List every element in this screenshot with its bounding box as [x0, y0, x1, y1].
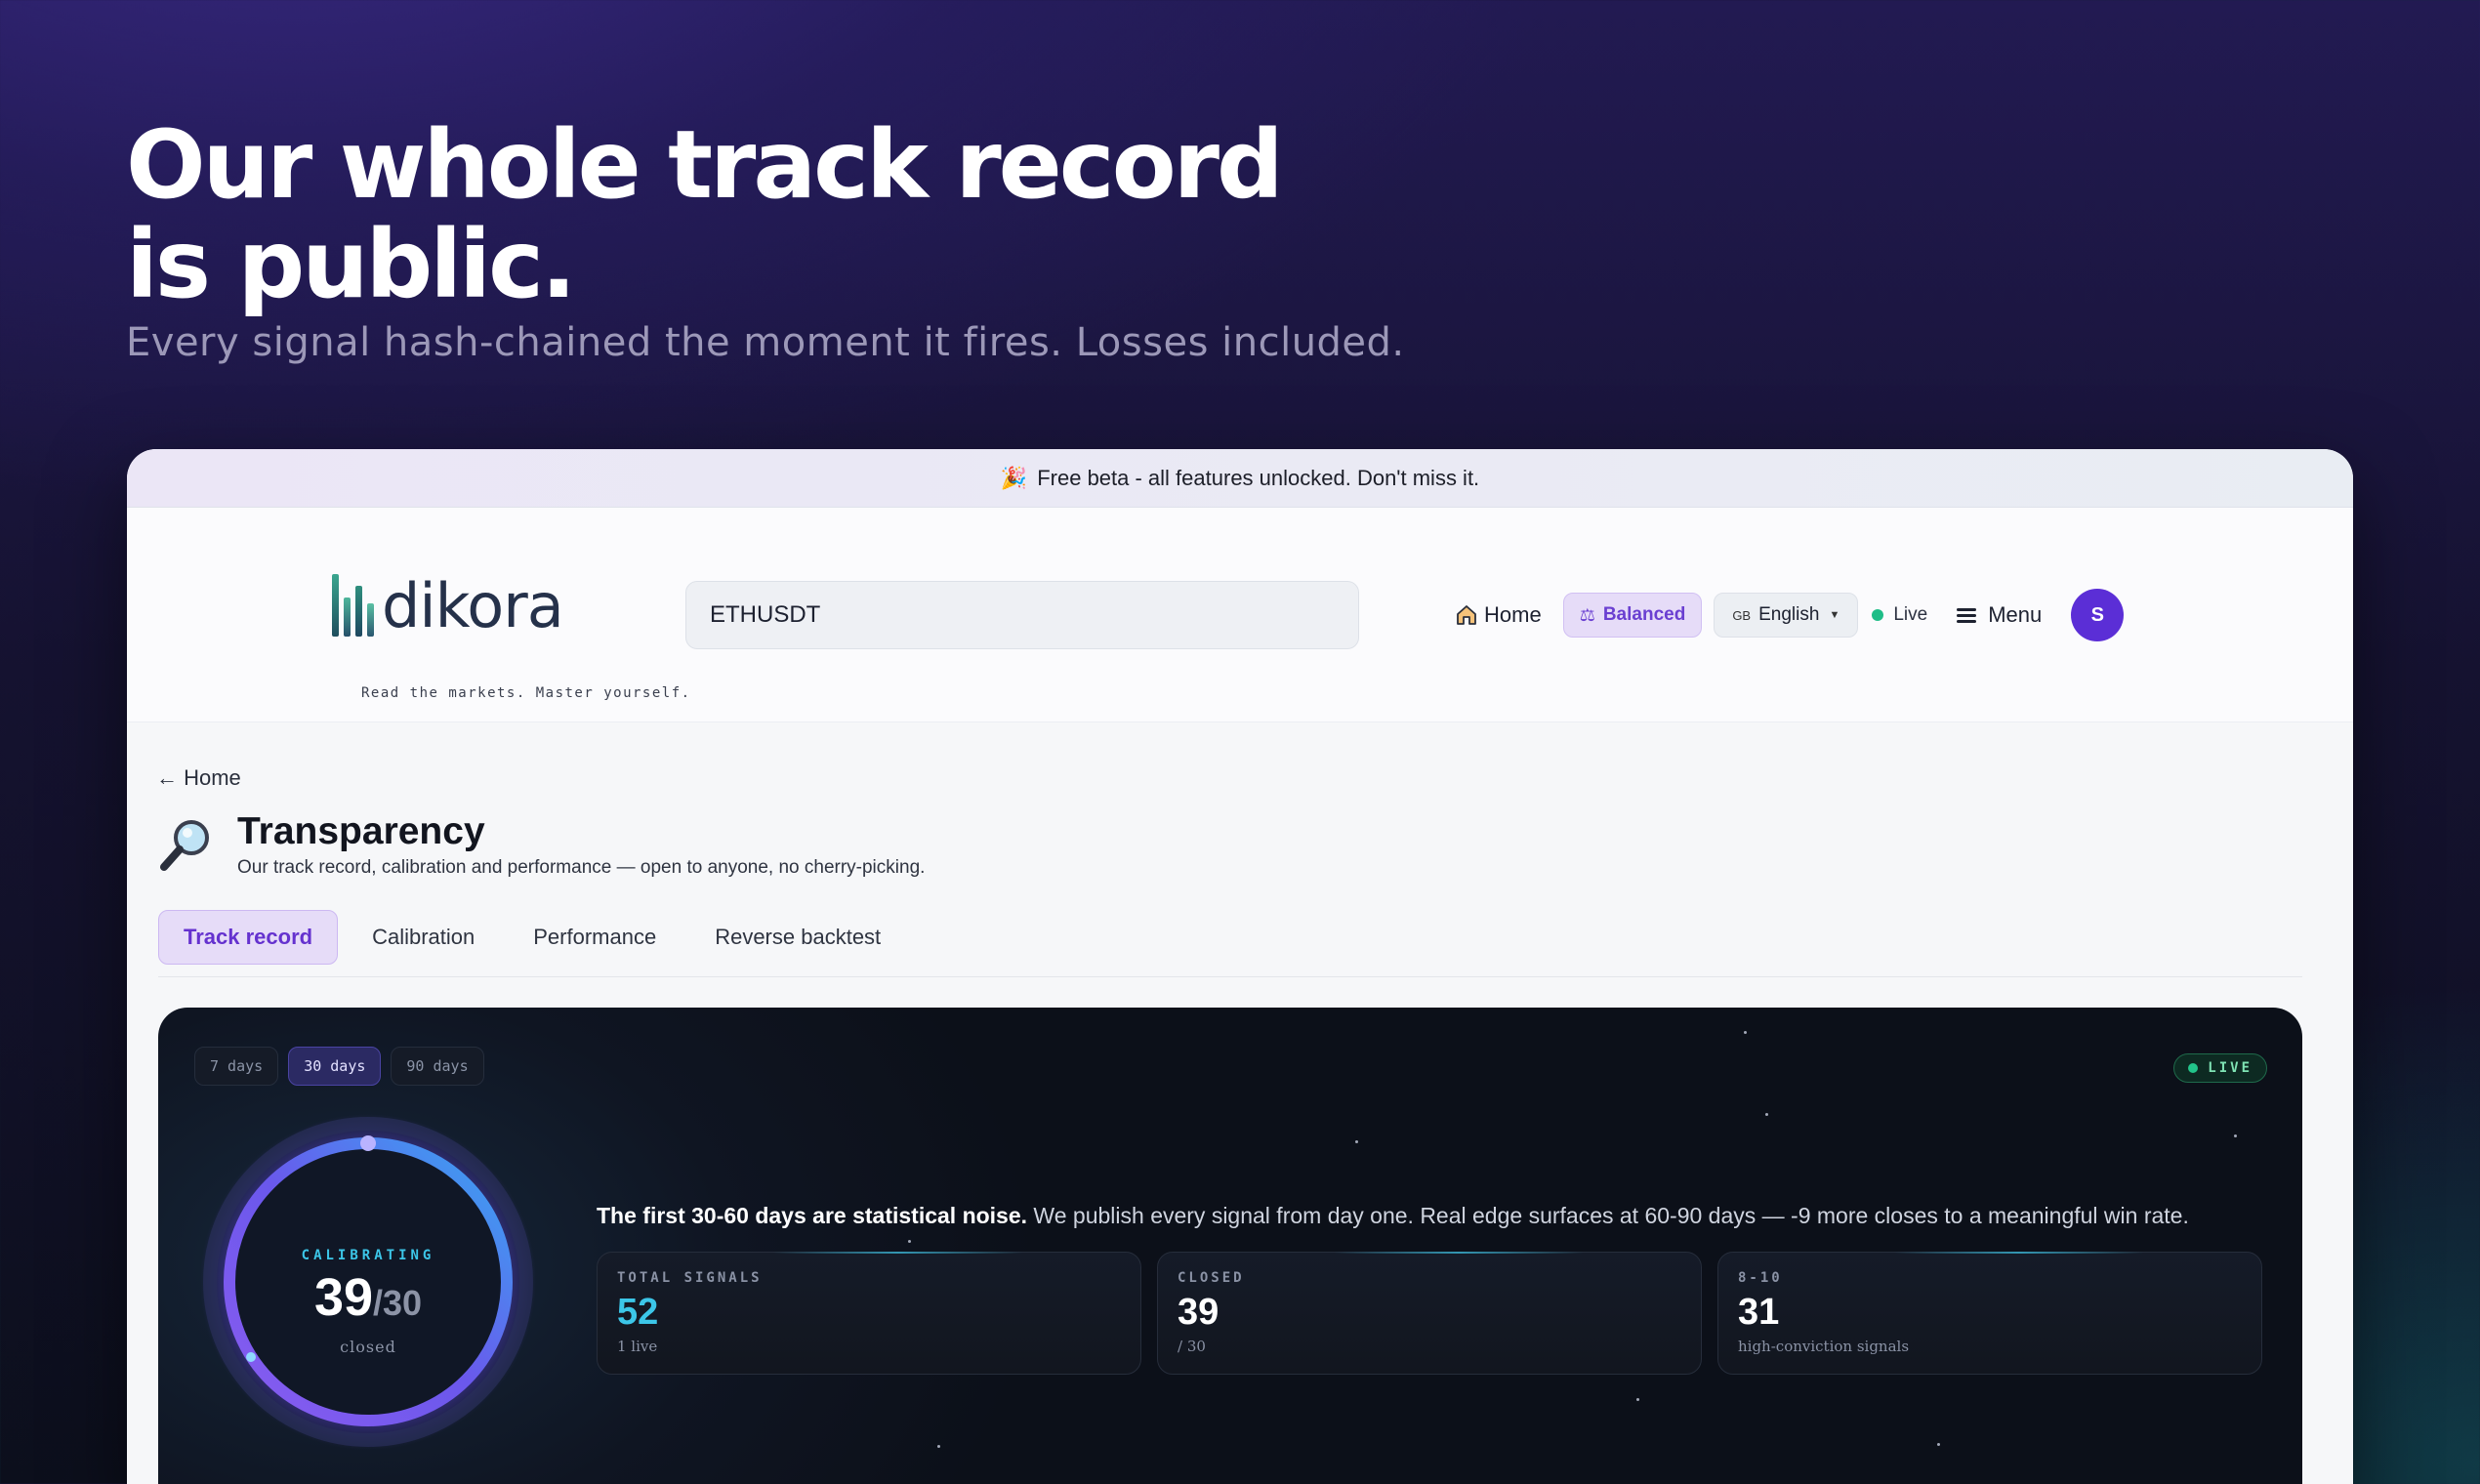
stat-cards: TOTAL SIGNALS 52 1 live CLOSED 39 / 30 8…: [597, 1252, 2278, 1375]
mode-balanced-button[interactable]: ⚖ Balanced: [1562, 593, 1703, 638]
live-dot-icon: [2188, 1063, 2199, 1073]
range-7-days[interactable]: 7 days: [194, 1047, 279, 1086]
balance-scale-icon: ⚖: [1579, 604, 1595, 625]
stat-label: TOTAL SIGNALS: [617, 1270, 763, 1286]
stat-card-closed: CLOSED 39 / 30: [1157, 1252, 1702, 1375]
live-label: Live: [1893, 604, 1928, 625]
live-badge-label: LIVE: [2208, 1060, 2253, 1076]
home-icon: [1457, 605, 1476, 625]
calibration-gauge: CALIBRATING 39/30 closed: [197, 1111, 539, 1453]
stat-value: 31: [1738, 1292, 1780, 1333]
stat-caption: / 30: [1178, 1338, 1206, 1355]
live-status: Live: [1872, 604, 1927, 626]
stat-card-total-signals: TOTAL SIGNALS 52 1 live: [597, 1252, 1141, 1375]
stat-caption: 1 live: [617, 1338, 658, 1355]
party-popper-icon: 🎉: [1000, 465, 1028, 490]
calibration-note: The first 30-60 days are statistical noi…: [597, 1203, 2189, 1229]
gauge-status-label: CALIBRATING: [301, 1248, 435, 1263]
note-rest: We publish every signal from day one. Re…: [1027, 1203, 2189, 1228]
stat-value: 39: [1178, 1292, 1219, 1333]
gauge-count: 39: [313, 1268, 374, 1327]
live-badge: LIVE: [2173, 1053, 2267, 1083]
tab-performance[interactable]: Performance: [509, 910, 681, 965]
star-decoration: [1765, 1113, 1768, 1116]
nav-actions: Home ⚖ Balanced GB English ▼ Live Menu S: [1455, 586, 2125, 644]
language-select[interactable]: GB English ▼: [1714, 593, 1859, 638]
star-decoration: [1937, 1443, 1940, 1446]
hamburger-icon: [1957, 605, 1977, 626]
gauge-text: CALIBRATING 39/30 closed: [197, 1111, 539, 1453]
logo-text: dikora: [382, 570, 564, 641]
gauge-target: /30: [373, 1283, 423, 1323]
star-decoration: [937, 1445, 940, 1448]
user-avatar[interactable]: S: [2071, 589, 2125, 641]
back-home-link[interactable]: ← Home: [156, 765, 241, 791]
gb-flag-icon: GB: [1732, 607, 1752, 623]
page-subtitle: Our track record, calibration and perfor…: [237, 857, 926, 878]
nav-home-link[interactable]: Home: [1455, 602, 1542, 628]
tab-track-record[interactable]: Track record: [158, 910, 339, 965]
stat-caption: high-conviction signals: [1738, 1338, 1910, 1355]
top-bar: dikora Read the markets. Master yourself…: [127, 508, 2353, 722]
star-decoration: [2234, 1134, 2237, 1137]
magnifying-glass-icon: [158, 816, 215, 878]
beta-banner[interactable]: 🎉 Free beta - all features unlocked. Don…: [127, 449, 2353, 508]
stat-value: 52: [617, 1292, 659, 1333]
star-decoration: [908, 1240, 911, 1243]
hero-title: Our whole track record is public.: [126, 110, 1284, 319]
stat-label: 8-10: [1738, 1270, 1783, 1286]
tabs-divider: [158, 976, 2302, 977]
stat-card-high-conviction: 8-10 31 high-conviction signals: [1717, 1252, 2262, 1375]
language-label: English: [1758, 604, 1820, 625]
gauge-caption: closed: [340, 1338, 396, 1356]
candlestick-logo-icon: [332, 574, 374, 637]
menu-button[interactable]: Menu: [1957, 602, 2042, 628]
hero: Our whole track record is public. Every …: [126, 115, 1405, 365]
beta-banner-text: Free beta - all features unlocked. Don't…: [1037, 465, 1480, 490]
page-title: Transparency: [237, 810, 485, 852]
note-bold: The first 30-60 days are statistical noi…: [597, 1203, 1028, 1228]
range-30-days[interactable]: 30 days: [288, 1047, 382, 1086]
range-90-days[interactable]: 90 days: [391, 1047, 484, 1086]
logo[interactable]: dikora: [332, 570, 564, 641]
track-record-panel: 7 days 30 days 90 days LIVE CALIBRATING …: [158, 1008, 2302, 1484]
range-selector: 7 days 30 days 90 days: [194, 1047, 494, 1086]
tab-reverse-backtest[interactable]: Reverse backtest: [690, 910, 905, 965]
gauge-value: 39/30: [197, 1267, 539, 1328]
caret-down-icon: ▼: [1829, 609, 1840, 621]
live-dot-icon: [1872, 609, 1884, 621]
star-decoration: [1355, 1140, 1358, 1143]
app-window: 🎉 Free beta - all features unlocked. Don…: [127, 449, 2353, 1484]
transparency-tabs: Track record Calibration Performance Rev…: [158, 910, 915, 965]
stat-label: CLOSED: [1178, 1270, 1245, 1286]
tab-calibration[interactable]: Calibration: [348, 910, 499, 965]
hero-subtitle: Every signal hash-chained the moment it …: [126, 320, 1405, 365]
star-decoration: [1636, 1398, 1639, 1401]
tagline: Read the markets. Master yourself.: [361, 685, 691, 701]
menu-label: Menu: [1988, 602, 2043, 627]
mode-label: Balanced: [1602, 604, 1686, 625]
star-decoration: [1744, 1031, 1747, 1034]
nav-home-label: Home: [1484, 602, 1542, 627]
symbol-search-input[interactable]: [685, 581, 1359, 649]
